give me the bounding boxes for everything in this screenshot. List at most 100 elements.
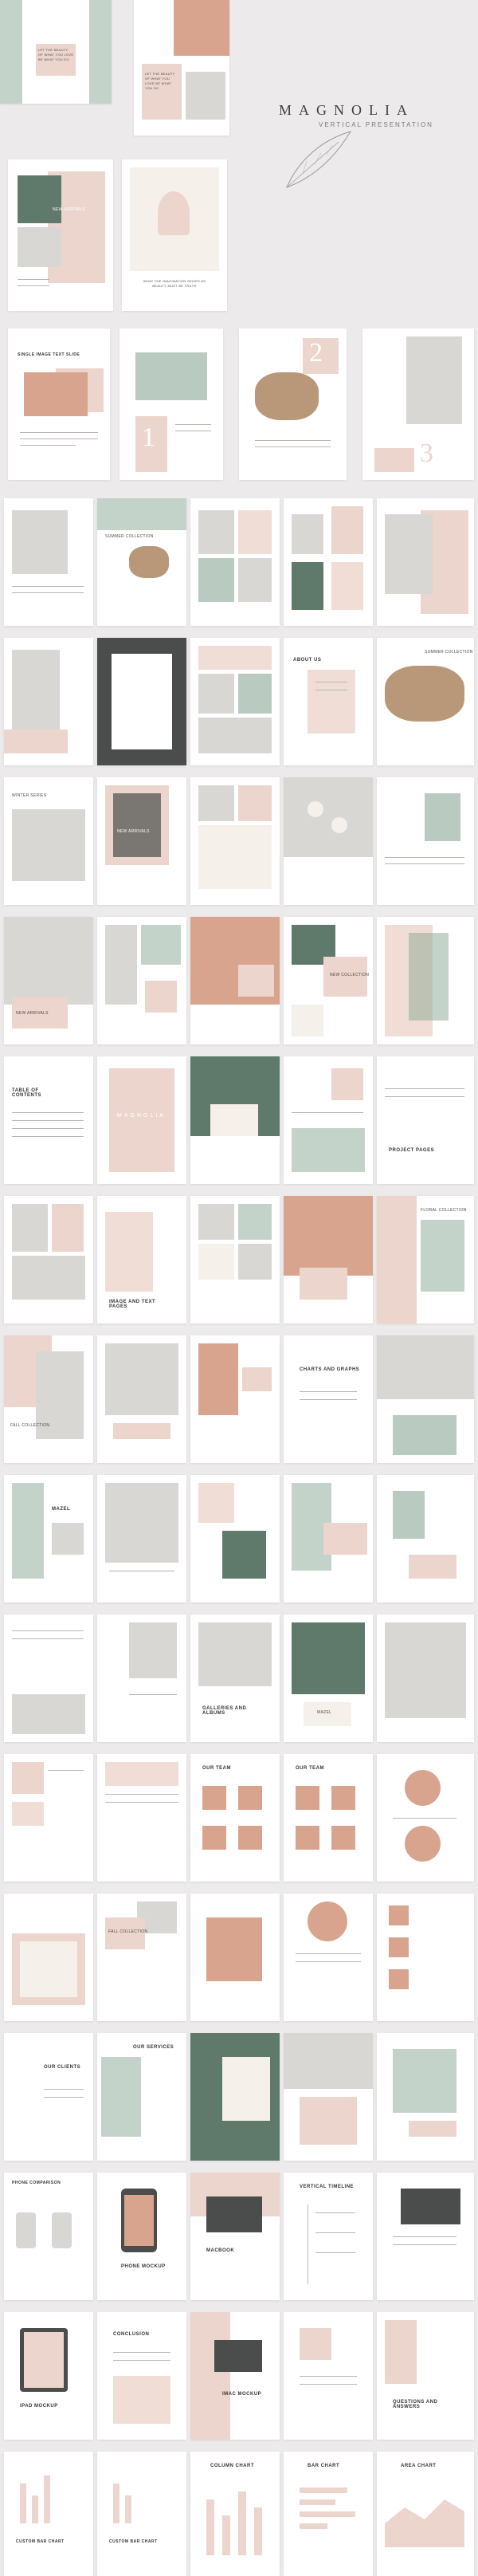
slide-thumb-r5c2[interactable] <box>97 638 186 765</box>
slide-thumb-r4c5[interactable] <box>377 498 474 626</box>
slide-thumb-r13c2[interactable] <box>97 1754 186 1882</box>
slide-thumb-r11c4[interactable] <box>284 1475 373 1603</box>
slide-thumb-imac[interactable]: IMAC MOCKUP <box>190 2312 280 2440</box>
slide-thumb-r12c1[interactable] <box>4 1614 93 1742</box>
slide-thumb-column[interactable]: COLUMN CHART <box>190 2452 280 2576</box>
slide-thumb-r4c3[interactable] <box>190 498 280 626</box>
slide-thumb-r7c4[interactable]: NEW COLLECTION <box>284 917 373 1044</box>
slide-thumb-area[interactable]: AREA CHART <box>377 2452 474 2576</box>
charts-title: CHARTS AND GRAPHS <box>300 1367 360 1372</box>
slide-thumb-single-image[interactable]: SINGLE IMAGE TEXT SLIDE <box>8 328 110 480</box>
slide-thumb-number-1[interactable]: 1 <box>120 328 223 480</box>
slide-thumb-quote[interactable]: WHAT THE IMAGINATION SEIZES AS BEAUTY MU… <box>122 159 227 311</box>
image-text-title: IMAGE AND TEXT PAGES <box>109 1300 156 1309</box>
slide-thumb-r7c5[interactable] <box>377 917 474 1044</box>
slide-thumb-floral[interactable]: FLORAL COLLECTION <box>377 1196 474 1323</box>
team-title-2: OUR TEAM <box>296 1766 324 1771</box>
slide-thumb-r5c4[interactable]: ABOUT US <box>284 638 373 765</box>
slide-thumb-services[interactable]: OUR SERVICES <box>97 2033 186 2161</box>
slide-thumb-clients[interactable]: OUR CLIENTS <box>4 2033 93 2161</box>
slide-thumb-r11c5[interactable] <box>377 1475 474 1603</box>
slide-thumb-toc[interactable]: TABLE OF CONTENTS <box>4 1056 93 1184</box>
slide-thumb-r14c5[interactable] <box>377 1894 474 2021</box>
area-chart-shape <box>385 2499 464 2547</box>
slide-thumb-number-3[interactable]: 3 <box>362 328 474 480</box>
slide-thumb-r10c3[interactable] <box>190 1335 280 1463</box>
slide-thumb-r7c3[interactable] <box>190 917 280 1044</box>
slide-thumb-r13c5[interactable] <box>377 1754 474 1882</box>
slide-quote-2: LET THE BEAUTY OF WHAT YOU LOVE BE WHAT … <box>145 72 175 90</box>
slide-thumb-r4c4[interactable] <box>284 498 373 626</box>
slide-thumb-r14c3[interactable] <box>190 1894 280 2021</box>
slide-thumb-r9c1[interactable] <box>4 1196 93 1323</box>
slide-thumb-r6c4[interactable] <box>284 777 373 905</box>
slide-thumb-1[interactable]: LET THE BEAUTY OF WHAT YOU LOVE BE WHAT … <box>0 0 112 104</box>
slide-thumb-r5c3[interactable] <box>190 638 280 765</box>
slide-thumb-custom-bar-2[interactable]: CUSTOM BAR CHART <box>97 2452 186 2576</box>
slide-thumb-r11c2[interactable] <box>97 1475 186 1603</box>
slide-thumb-mazel[interactable]: MAZEL <box>4 1475 93 1603</box>
slide-thumb-r4c1[interactable] <box>4 498 93 626</box>
slide-thumb-cover[interactable]: MAGNOLIA <box>97 1056 186 1184</box>
slide-thumb-team-2[interactable]: OUR TEAM <box>284 1754 373 1882</box>
custom-bar-title-2: CUSTOM BAR CHART <box>109 2539 158 2544</box>
new-collection-label: NEW COLLECTION <box>330 973 370 977</box>
slide-thumb-r10c1[interactable]: FALL COLLECTION <box>4 1335 93 1463</box>
slide-thumb-number-2[interactable]: 2 <box>239 328 347 480</box>
slide-thumb-galleries[interactable]: GALLERIES AND ALBUMS <box>190 1614 280 1742</box>
slide-thumb-r8c4[interactable] <box>284 1056 373 1184</box>
slide-thumb-bar[interactable]: BAR CHART <box>284 2452 373 2576</box>
slide-thumb-timeline[interactable]: VERTICAL TIMELINE <box>284 2173 373 2300</box>
slide-thumb-r12c2[interactable] <box>97 1614 186 1742</box>
slide-thumb-r9c3[interactable] <box>190 1196 280 1323</box>
timeline-title: VERTICAL TIMELINE <box>300 2185 355 2189</box>
slide-thumb-r6c1[interactable]: WINTER SERIES <box>4 777 93 905</box>
slide-thumb-r7c1[interactable]: NEW ARRIVALS <box>4 917 93 1044</box>
slide-thumb-r10c5[interactable] <box>377 1335 474 1463</box>
slide-thumb-project[interactable]: PROJECT PAGES <box>377 1056 474 1184</box>
slide-thumb-qa[interactable]: QUESTIONS AND ANSWERS <box>377 2312 474 2440</box>
slide-thumb-r5c1[interactable] <box>4 638 93 765</box>
slide-quote: LET THE BEAUTY OF WHAT YOU LOVE BE WHAT … <box>38 48 74 61</box>
slide-thumb-r14c2[interactable]: FALL COLLECTION <box>97 1894 186 2021</box>
slide-thumb-r11c3[interactable] <box>190 1475 280 1603</box>
slide-thumb-conclusion[interactable]: CONCLUSION <box>97 2312 186 2440</box>
slide-thumb-r10c2[interactable] <box>97 1335 186 1463</box>
magnolia-leaf-icon <box>286 131 352 188</box>
team-title-1: OUR TEAM <box>202 1766 231 1771</box>
macbook-title: MACBOOK <box>206 2248 235 2253</box>
cover-brand: MAGNOLIA <box>117 1113 166 1119</box>
slide-thumb-macbook[interactable]: MACBOOK <box>190 2173 280 2300</box>
slide-thumb-r13c1[interactable] <box>4 1754 93 1882</box>
phone-compare-title: PHONE COMPARISON <box>12 2181 61 2185</box>
slide-thumb-r14c4[interactable] <box>284 1894 373 2021</box>
slide-thumb-r5c5[interactable]: SUMMER COLLECTION <box>377 638 474 765</box>
slide-thumb-r15c4[interactable] <box>284 2033 373 2161</box>
bar-chart-title: BAR CHART <box>308 2464 340 2468</box>
slide-thumb-r12c4[interactable]: MAZEL <box>284 1614 373 1742</box>
slide-thumb-phone-compare[interactable]: PHONE COMPARISON <box>4 2173 93 2300</box>
slide-thumb-r15c5[interactable] <box>377 2033 474 2161</box>
slide-thumb-team-1[interactable]: OUR TEAM <box>190 1754 280 1882</box>
slide-thumb-r6c3[interactable] <box>190 777 280 905</box>
slide-thumb-r15c3[interactable] <box>190 2033 280 2161</box>
summer-label: SUMMER COLLECTION <box>105 534 154 539</box>
slide-thumb-r4c2[interactable]: SUMMER COLLECTION <box>97 498 186 626</box>
slide-thumb-charts[interactable]: CHARTS AND GRAPHS <box>284 1335 373 1463</box>
slide-thumb-phone-mockup[interactable]: PHONE MOCKUP <box>97 2173 186 2300</box>
slide-thumb-r7c2[interactable] <box>97 917 186 1044</box>
slide-thumb-r8c3[interactable] <box>190 1056 280 1184</box>
slide-thumb-2[interactable]: LET THE BEAUTY OF WHAT YOU LOVE BE WHAT … <box>134 0 229 136</box>
mazel-label: MAZEL <box>317 1710 332 1715</box>
slide-thumb-ipad[interactable]: IPAD MOCKUP <box>4 2312 93 2440</box>
slide-thumb-new-arrivals[interactable]: NEW ARRIVALS <box>8 159 113 311</box>
slide-thumb-r17c4[interactable] <box>284 2312 373 2440</box>
slide-thumb-r9c4[interactable] <box>284 1196 373 1323</box>
slide-thumb-r14c1[interactable] <box>4 1894 93 2021</box>
slide-thumb-r6c5[interactable] <box>377 777 474 905</box>
slide-thumb-r6c2[interactable]: NEW ARRIVALS <box>97 777 186 905</box>
slide-thumb-image-text[interactable]: IMAGE AND TEXT PAGES <box>97 1196 186 1323</box>
slide-thumb-r12c5[interactable] <box>377 1614 474 1742</box>
slide-thumb-custom-bar[interactable]: CUSTOM BAR CHART <box>4 2452 93 2576</box>
slide-thumb-r16c5[interactable] <box>377 2173 474 2300</box>
